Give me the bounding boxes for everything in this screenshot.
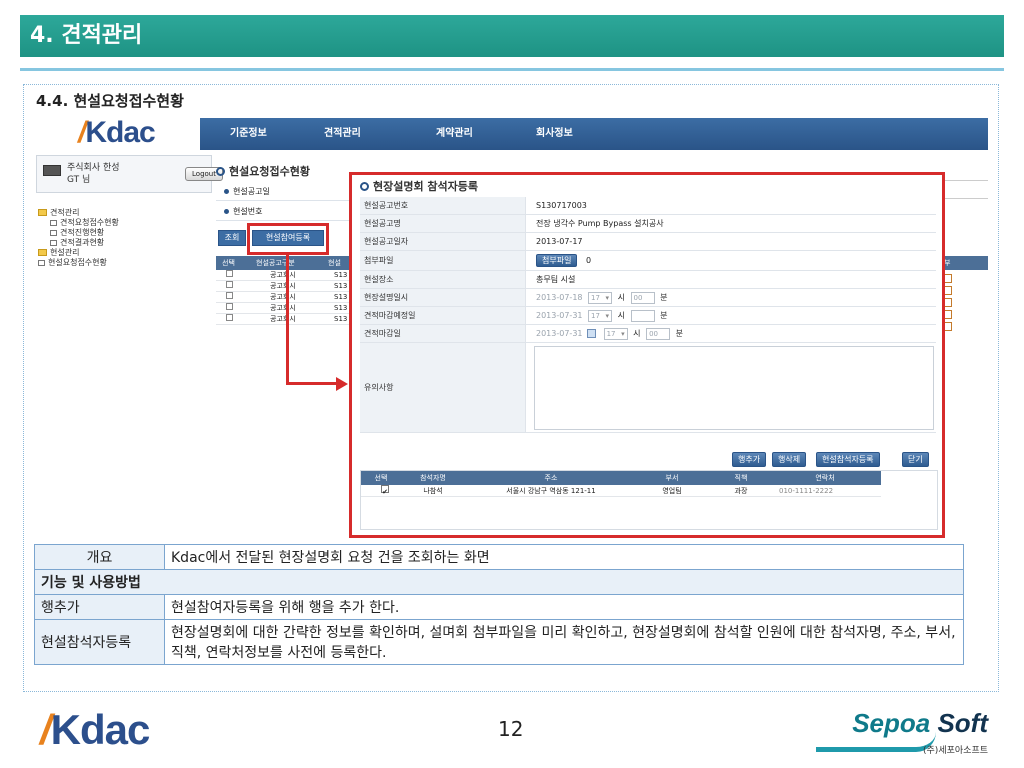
section-title: 4.4. 현설요청접수현황 <box>36 92 184 110</box>
date-value[interactable]: 2013-07-31 <box>536 311 583 320</box>
row-checkbox[interactable] <box>226 292 233 299</box>
field-est-close: 견적마감일 2013-07-31 17 시 00 분 <box>360 325 936 343</box>
sidebar-tree: 견적관리 견적요청접수현황 견적진행현황 견적결과현황 현설관리 현설요청접수현… <box>38 208 119 268</box>
hour-select[interactable]: 17 <box>603 327 628 340</box>
nav-item-estimate[interactable]: 견적관리 <box>324 118 361 150</box>
popup-form: 현설공고번호 S130717003 현설공고명 전장 냉각수 Pump Bypa… <box>360 197 936 433</box>
footer-kdac-logo: /Kdac <box>40 706 150 753</box>
row-checkbox[interactable] <box>226 303 233 310</box>
file-icon[interactable] <box>944 274 952 283</box>
section-label: 기능 및 사용방법 <box>34 569 964 595</box>
file-icon[interactable] <box>944 286 952 295</box>
row-checkbox[interactable] <box>226 270 233 277</box>
add-row-button[interactable]: 행추가 <box>732 452 767 467</box>
folder-icon <box>38 209 47 216</box>
nav-item-company[interactable]: 회사정보 <box>536 118 573 150</box>
user-card-icon <box>43 165 61 176</box>
user-company: 주식회사 한성 <box>67 163 120 173</box>
highlight-connector <box>286 255 289 385</box>
minute-input[interactable]: 00 <box>646 327 671 340</box>
table-row[interactable]: ✔ 나참석 서울시 강남구 역삼동 121-11 영업팀 과장 010-1111… <box>361 485 881 497</box>
file-icon[interactable] <box>944 322 952 331</box>
user-name: GT 님 <box>67 175 91 185</box>
field-notice-name: 현설공고명 전장 냉각수 Pump Bypass 설치공사 <box>360 215 936 233</box>
register-attendee-button[interactable]: 현설참석자등록 <box>816 452 880 467</box>
close-button[interactable]: 닫기 <box>902 452 929 467</box>
popup-title: 현장설명회 참석자등록 <box>360 178 478 194</box>
attachment-count: 0 <box>586 256 592 265</box>
tree-item-site-request[interactable]: 현설요청접수현황 <box>38 258 119 268</box>
notes-textarea[interactable] <box>534 346 934 430</box>
minute-input[interactable] <box>630 309 655 322</box>
field-attachment: 첨부파일 첨부파일 0 <box>360 251 936 271</box>
highlight-connector <box>286 382 338 385</box>
field-site-datetime: 현장설명일시 2013-07-18 17 시 00 분 <box>360 289 936 307</box>
overview-text: Kdac에서 전달된 현장설명회 요청 건을 조회하는 화면 <box>164 544 964 570</box>
top-nav: 기준정보 견적관리 계약관리 회사정보 <box>200 118 988 150</box>
field-notice-date: 현설공고일자 2013-07-17 <box>360 233 936 251</box>
grid-header: 선택 참석자명 주소 부서 직책 연락처 <box>361 471 881 485</box>
page-icon <box>38 259 45 266</box>
date-value[interactable]: 2013-07-31 <box>536 329 583 338</box>
tree-item-estimate-request[interactable]: 견적요청접수현황 <box>38 218 119 228</box>
bullet-icon <box>216 167 225 176</box>
field-notes: 유의사항 <box>360 343 936 433</box>
row-checkbox[interactable] <box>226 314 233 321</box>
bullet-icon <box>360 182 369 191</box>
row-checkbox[interactable]: ✔ <box>381 485 389 496</box>
title-divider <box>20 68 1004 71</box>
minute-input[interactable]: 00 <box>630 291 655 304</box>
tree-folder-estimate[interactable]: 견적관리 <box>38 208 119 218</box>
description-table: 개요 Kdac에서 전달된 현장설명회 요청 건을 조회하는 화면 기능 및 사… <box>34 544 964 665</box>
kdac-logo: /Kdac <box>78 116 156 149</box>
background-panel-title: 현설요청접수현황 <box>216 163 310 179</box>
row-label: 현설참석자등록 <box>34 619 165 665</box>
delete-row-button[interactable]: 행삭제 <box>772 452 807 467</box>
attachment-button[interactable]: 첨부파일 <box>536 254 578 267</box>
row-label: 행추가 <box>34 594 165 620</box>
hour-select[interactable]: 17 <box>588 291 613 304</box>
slide-title: 4. 견적관리 <box>20 15 1004 57</box>
row-text: 현장설명회에 대한 간략한 정보를 확인하며, 설며회 첨부파일을 미리 확인하… <box>164 619 964 665</box>
field-est-due: 견적마감예정일 2013-07-31 17 시 분 <box>360 307 936 325</box>
file-icon[interactable] <box>944 298 952 307</box>
file-icon[interactable] <box>944 310 952 319</box>
search-button[interactable]: 조회 <box>218 230 246 246</box>
page-number: 12 <box>498 717 524 741</box>
nav-item-contract[interactable]: 계약관리 <box>436 118 473 150</box>
calendar-icon[interactable] <box>587 329 597 338</box>
tree-folder-site[interactable]: 현설관리 <box>38 248 119 258</box>
row-checkbox[interactable] <box>226 281 233 288</box>
highlight-box <box>247 223 329 255</box>
field-notice-no: 현설공고번호 S130717003 <box>360 197 936 215</box>
field-place: 현설장소 총무팀 시설 <box>360 271 936 289</box>
sepoa-soft-logo: Sepoa Soft (주)세포아소프트 <box>816 708 988 758</box>
search-field-number: 현설번호 <box>216 203 356 221</box>
row-text: 현설참여자등록을 위해 행을 추가 한다. <box>164 594 964 620</box>
date-value[interactable]: 2013-07-18 <box>536 293 583 302</box>
page-icon <box>50 219 57 226</box>
tree-item-estimate-result[interactable]: 견적결과현황 <box>38 238 119 248</box>
user-panel: 주식회사 한성 GT 님 Logout <box>36 155 223 193</box>
nav-item-basic-info[interactable]: 기준정보 <box>230 118 267 150</box>
folder-icon <box>38 249 47 256</box>
overview-label: 개요 <box>34 544 165 570</box>
attendee-register-popup: 현장설명회 참석자등록 현설공고번호 S130717003 현설공고명 전장 냉… <box>349 172 945 538</box>
tree-item-estimate-progress[interactable]: 견적진행현황 <box>38 228 119 238</box>
hour-select[interactable]: 17 <box>588 309 613 322</box>
arrow-right-icon <box>336 377 348 391</box>
search-field-date: 현설공고일 <box>216 183 356 201</box>
page-icon <box>50 229 57 236</box>
page-icon <box>50 239 57 246</box>
attendee-grid: 선택 참석자명 주소 부서 직책 연락처 ✔ 나참석 서울시 강남구 역삼동 1… <box>360 470 938 530</box>
